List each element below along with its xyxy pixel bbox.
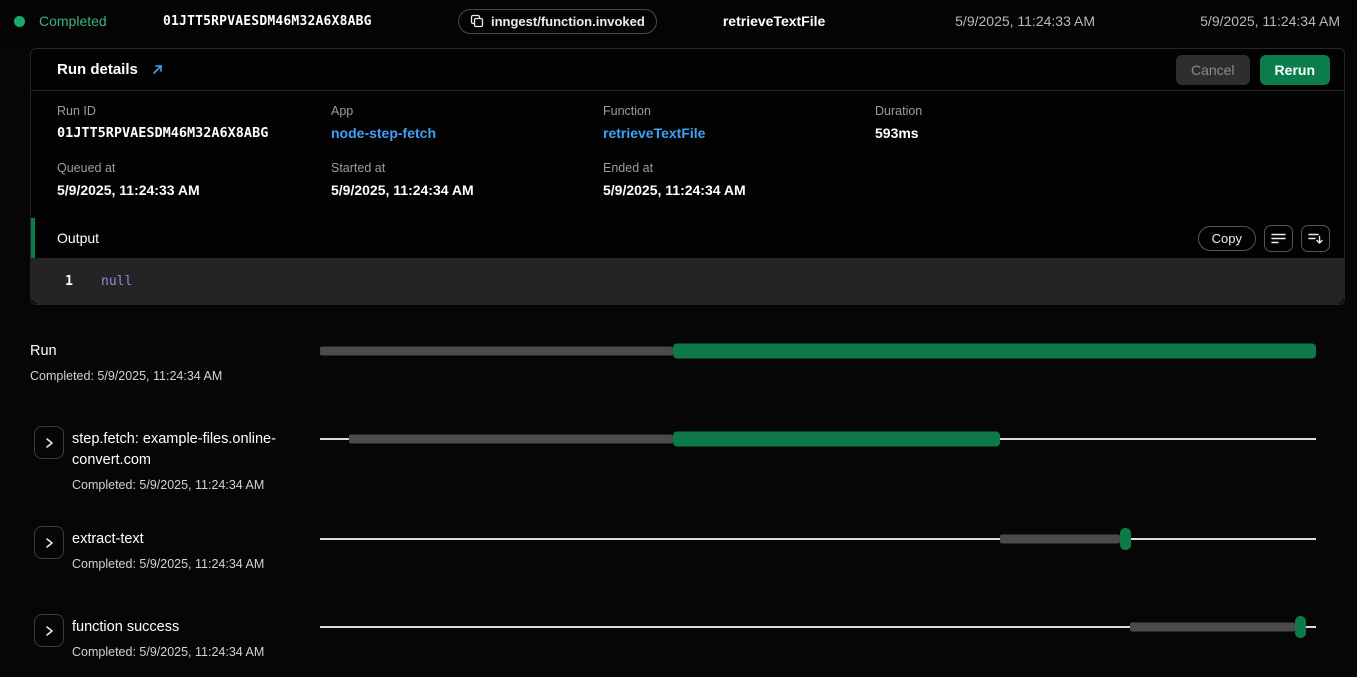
field-label: Duration <box>875 104 1318 118</box>
cancel-button[interactable]: Cancel <box>1176 55 1250 85</box>
field-label: Run ID <box>57 104 331 118</box>
app-link[interactable]: node-step-fetch <box>331 125 603 141</box>
trace-row-completed-at: Completed: 5/9/2025, 11:24:34 AM <box>72 644 304 660</box>
trace-row-text: extract-text Completed: 5/9/2025, 11:24:… <box>72 529 304 572</box>
run-status: Completed <box>14 13 154 29</box>
run-id: 01JTT5RPVAESDM46M32A6X8ABG <box>163 14 393 29</box>
field-label: Queued at <box>57 161 331 175</box>
event-badge[interactable]: inngest/function.invoked <box>458 9 657 34</box>
field-app: App node-step-fetch <box>331 104 603 141</box>
copy-output-button[interactable]: Copy <box>1198 226 1256 251</box>
timeline-segment-mark <box>1120 528 1131 550</box>
timeline-segment-queued <box>320 347 673 356</box>
chevron-right-icon <box>45 537 54 549</box>
started-timestamp: 5/9/2025, 11:24:34 AM <box>1095 13 1340 29</box>
chevron-right-icon <box>45 625 54 637</box>
status-dot-icon <box>14 16 25 27</box>
word-wrap-icon <box>1271 232 1286 245</box>
field-value: 01JTT5RPVAESDM46M32A6X8ABG <box>57 125 331 141</box>
run-summary-bar: Completed 01JTT5RPVAESDM46M32A6X8ABG inn… <box>0 0 1357 42</box>
timeline-segment-running <box>673 344 1316 359</box>
field-label: Ended at <box>603 161 875 175</box>
line-number: 1 <box>31 274 73 289</box>
field-started-at: Started at 5/9/2025, 11:24:34 AM <box>331 161 603 198</box>
trace-row-completed-at: Completed: 5/9/2025, 11:24:34 AM <box>72 556 304 572</box>
field-label: App <box>331 104 603 118</box>
field-function: Function retrieveTextFile <box>603 104 875 141</box>
timeline-baseline <box>320 538 1316 540</box>
panel-actions: Cancel Rerun <box>1176 55 1330 85</box>
function-name: retrieveTextFile <box>723 13 825 29</box>
field-label: Function <box>603 104 875 118</box>
output-section-header: Output Copy <box>31 218 1344 258</box>
field-value: 593ms <box>875 125 1318 141</box>
trace-row-completed-at: Completed: 5/9/2025, 11:24:34 AM <box>30 369 222 383</box>
status-label: Completed <box>39 13 107 29</box>
trace-row-extract-text: extract-text Completed: 5/9/2025, 11:24:… <box>0 524 1357 586</box>
word-wrap-button[interactable] <box>1264 225 1293 252</box>
field-duration: Duration 593ms <box>875 104 1318 141</box>
output-code-block[interactable]: 1 null <box>31 258 1344 304</box>
field-value: 5/9/2025, 11:24:34 AM <box>331 182 603 198</box>
timeline-segment-queued <box>1130 623 1295 632</box>
panel-header: Run details Cancel Rerun <box>31 49 1344 91</box>
jump-to-bottom-icon <box>1308 232 1323 245</box>
external-link-icon[interactable] <box>150 62 165 77</box>
panel-title: Run details <box>57 61 138 78</box>
expand-step-button[interactable] <box>34 526 64 559</box>
field-label: Started at <box>331 161 603 175</box>
timeline-track[interactable] <box>320 338 1316 364</box>
expand-step-button[interactable] <box>34 614 64 647</box>
timeline-segment-queued <box>1000 535 1120 544</box>
field-value: 5/9/2025, 11:24:33 AM <box>57 182 331 198</box>
timeline-track[interactable] <box>320 614 1316 640</box>
output-title: Output <box>57 230 99 246</box>
timeline-track[interactable] <box>320 526 1316 552</box>
event-badge-label: inngest/function.invoked <box>491 14 645 29</box>
run-details-panel: Run details Cancel Rerun Run ID 01JTT5RP… <box>30 48 1345 305</box>
field-queued-at: Queued at 5/9/2025, 11:24:33 AM <box>57 161 331 198</box>
trace-row-function-success: function success Completed: 5/9/2025, 11… <box>0 612 1357 674</box>
trace-row-title: function success <box>72 617 304 638</box>
copy-icon <box>470 14 484 28</box>
queued-timestamp: 5/9/2025, 11:24:33 AM <box>850 13 1095 29</box>
chevron-right-icon <box>45 437 54 449</box>
field-value: 5/9/2025, 11:24:34 AM <box>603 182 875 198</box>
rerun-button[interactable]: Rerun <box>1260 55 1330 85</box>
trace-row-completed-at: Completed: 5/9/2025, 11:24:34 AM <box>72 477 304 493</box>
run-timestamps: 5/9/2025, 11:24:33 AM 5/9/2025, 11:24:34… <box>850 13 1340 29</box>
trace-row-title: step.fetch: example-files.online-convert… <box>72 429 304 471</box>
function-link[interactable]: retrieveTextFile <box>603 125 875 141</box>
timeline-segment-mark <box>1295 616 1306 638</box>
timeline-segment-running <box>673 432 1001 447</box>
trace-row-run: Run Completed: 5/9/2025, 11:24:34 AM <box>0 336 1357 398</box>
trace-row-title: Run <box>30 341 57 362</box>
timeline-track[interactable] <box>320 426 1316 452</box>
trace-row-title: extract-text <box>72 529 304 550</box>
trace-row-text: step.fetch: example-files.online-convert… <box>72 429 304 493</box>
output-value: null <box>101 274 132 289</box>
jump-to-bottom-button[interactable] <box>1301 225 1330 252</box>
run-details-page: Completed 01JTT5RPVAESDM46M32A6X8ABG inn… <box>0 0 1357 677</box>
timeline-segment-queued <box>349 435 673 444</box>
run-metadata-grid: Run ID 01JTT5RPVAESDM46M32A6X8ABG App no… <box>31 91 1344 218</box>
output-actions: Copy <box>1198 225 1330 252</box>
expand-step-button[interactable] <box>34 426 64 459</box>
field-run-id: Run ID 01JTT5RPVAESDM46M32A6X8ABG <box>57 104 331 141</box>
field-ended-at: Ended at 5/9/2025, 11:24:34 AM <box>603 161 875 198</box>
trace-row-step-fetch: step.fetch: example-files.online-convert… <box>0 424 1357 500</box>
trace-row-text: function success Completed: 5/9/2025, 11… <box>72 617 304 660</box>
